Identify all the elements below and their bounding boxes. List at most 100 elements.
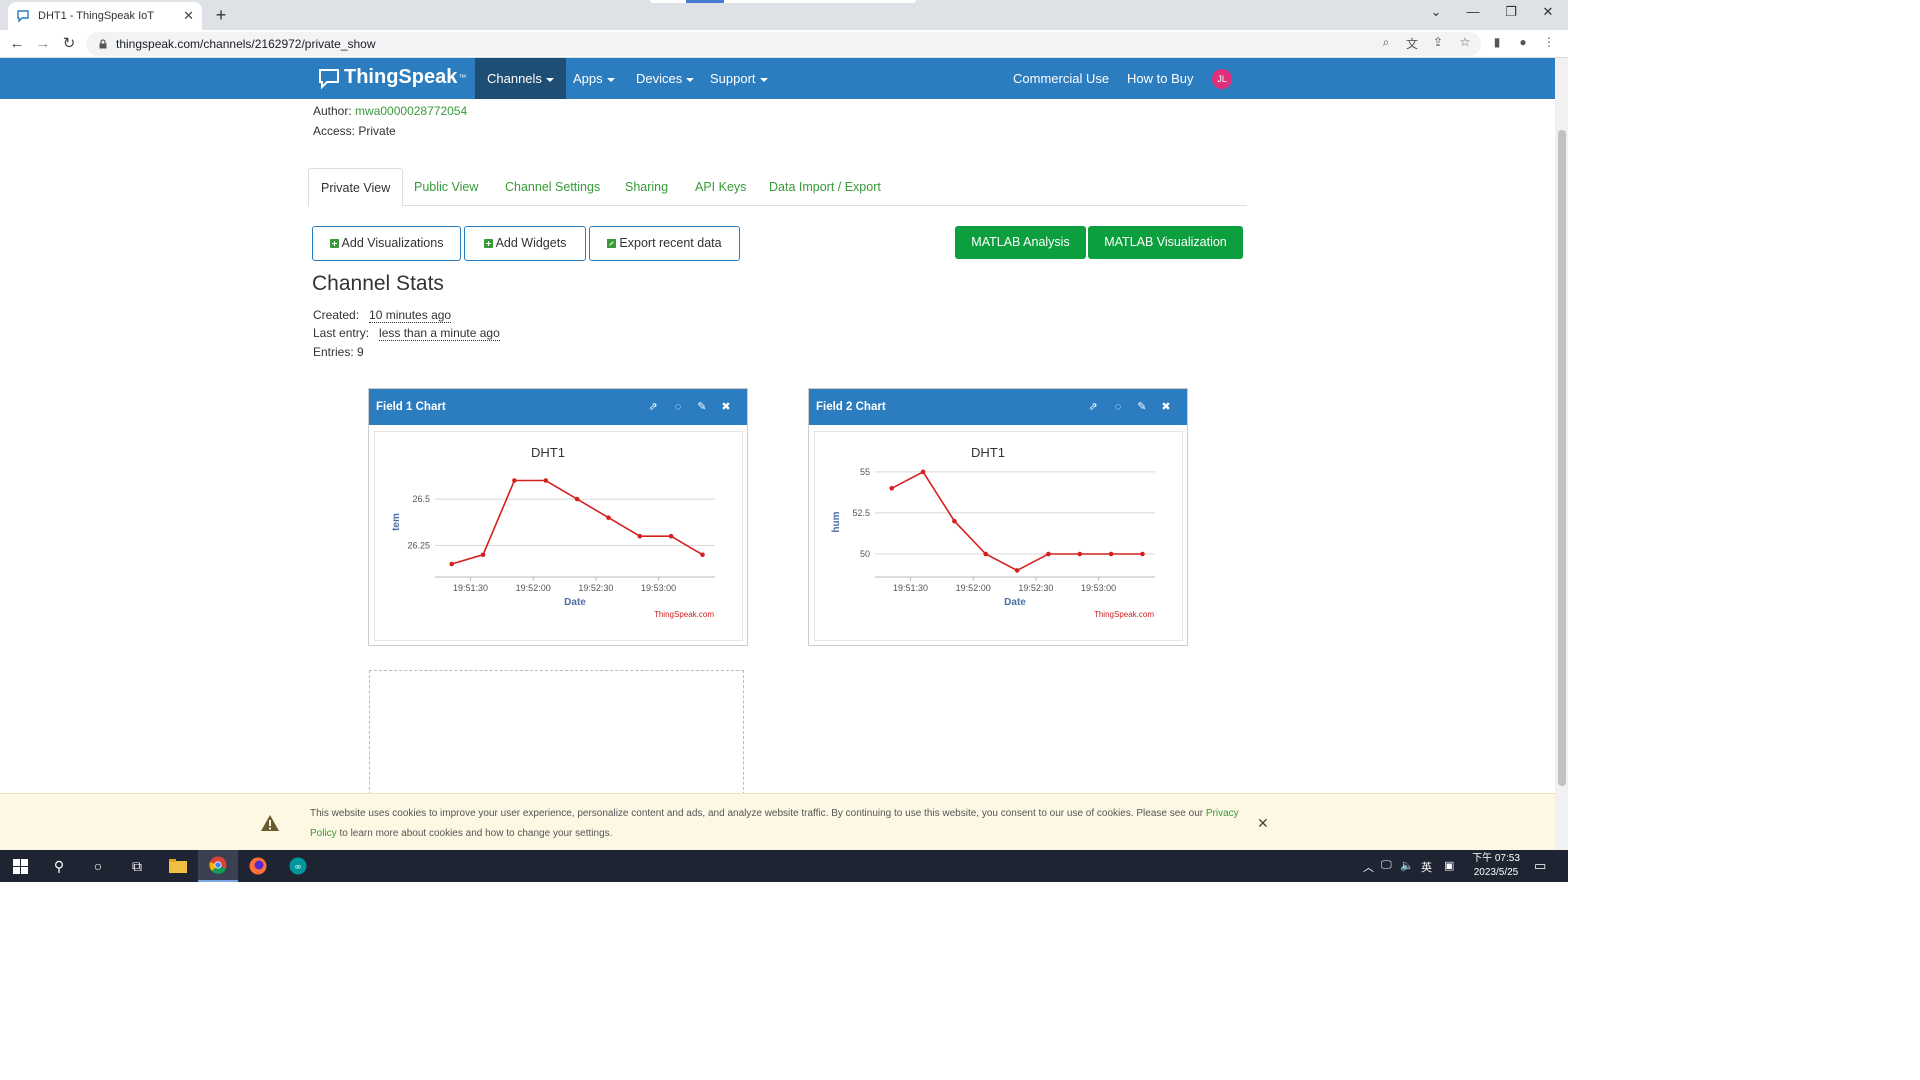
data-point [512, 478, 517, 483]
add-widgets-button[interactable]: Add Widgets [464, 226, 586, 261]
browser-tab[interactable]: DHT1 - ThingSpeak IoT ✕ [8, 2, 202, 30]
cortana-icon[interactable]: ○ [78, 850, 118, 882]
arduino-icon[interactable]: ∞ [278, 850, 318, 882]
forward-button[interactable]: → [33, 34, 53, 54]
share-icon[interactable]: ⇪ [1429, 35, 1447, 49]
x-tick-label: 19:53:00 [641, 583, 676, 593]
windows-start-icon[interactable] [0, 850, 40, 882]
thingspeak-navbar: ThingSpeak ™ Channels Apps Devices Suppor… [0, 58, 1555, 99]
tab-search-chevron-icon[interactable]: ⌄ [1421, 4, 1451, 20]
file-explorer-icon[interactable] [158, 850, 198, 882]
tab-sharing[interactable]: Sharing [613, 168, 680, 206]
network-icon[interactable]: 🖵 [1381, 859, 1392, 872]
x-tick-label: 19:52:30 [1018, 583, 1053, 593]
back-button[interactable]: ← [7, 34, 27, 54]
tab-channel-settings[interactable]: Channel Settings [493, 168, 612, 206]
search-icon[interactable]: ⚲ [39, 850, 79, 882]
nav-support[interactable]: Support [698, 58, 780, 99]
empty-widget-placeholder [369, 670, 744, 800]
field-2-chart-panel: Field 2 Chart ⇗ ◌ ✎ ✖ DHT1 50 52.5 55 19:51:… [808, 388, 1188, 646]
address-bar[interactable]: thingspeak.com/channels/2162972/private_… [86, 32, 1481, 56]
open-external-icon[interactable]: ⇗ [645, 389, 661, 425]
tab-api-keys[interactable]: API Keys [683, 168, 758, 206]
comment-icon[interactable]: ◌ [1110, 389, 1126, 425]
firefox-icon[interactable] [238, 850, 278, 882]
chrome-icon[interactable] [198, 850, 238, 882]
field-2-chart-body: DHT1 50 52.5 55 19:51:30 19:52:00 19:52:30 19:5… [814, 431, 1183, 641]
reload-button[interactable]: ↻ [59, 34, 79, 54]
menu-kebab-icon[interactable]: ⋮ [1540, 35, 1558, 49]
author-link[interactable]: mwa0000028772054 [355, 104, 467, 118]
y-axis-label: hum [831, 511, 842, 532]
last-entry-stat: Last entry: less than a minute ago [313, 326, 500, 341]
ime-mode-icon[interactable]: ▣ [1444, 859, 1454, 872]
tab-public-view[interactable]: Public View [402, 168, 490, 206]
translate-icon[interactable]: 文 [1403, 35, 1421, 52]
volume-icon[interactable]: 🔈 [1400, 859, 1414, 872]
nav-commercial-use[interactable]: Commercial Use [1001, 58, 1121, 99]
open-external-icon[interactable]: ⇗ [1085, 389, 1101, 425]
author-label: Author: [313, 104, 352, 118]
new-tab-button[interactable]: + [210, 5, 232, 27]
taskbar-clock[interactable]: 下午 07:53 2023/5/25 [1465, 852, 1527, 880]
y-tick-label: 52.5 [852, 508, 870, 518]
minimize-window-button[interactable]: — [1458, 4, 1488, 19]
task-view-icon[interactable]: ⧉ [117, 850, 157, 882]
show-hidden-icons-icon[interactable]: ︿ [1363, 859, 1374, 875]
series-line [451, 479, 703, 565]
chart-title: DHT1 [971, 445, 1005, 460]
data-point [574, 496, 580, 502]
matlab-analysis-button[interactable]: MATLAB Analysis [955, 226, 1086, 259]
data-point [920, 469, 926, 475]
add-visualizations-button[interactable]: Add Visualizations [312, 226, 461, 261]
scrollbar-thumb[interactable] [1558, 130, 1566, 786]
access-line: Access: Private [313, 124, 396, 138]
chevron-down-icon [759, 77, 768, 82]
close-window-button[interactable]: ✕ [1533, 4, 1563, 20]
close-icon[interactable]: ✖ [718, 389, 734, 425]
page-scrollbar[interactable] [1555, 58, 1568, 850]
access-value: Private [358, 124, 396, 138]
bookmark-star-icon[interactable]: ☆ [1456, 35, 1474, 49]
close-icon[interactable]: ✖ [1158, 389, 1174, 425]
data-point [983, 551, 989, 557]
data-point [1046, 551, 1051, 557]
tab-data-import-export[interactable]: Data Import / Export [757, 168, 893, 206]
close-cookie-banner-icon[interactable]: ✕ [1257, 815, 1269, 832]
data-point [637, 533, 643, 539]
side-panel-icon[interactable]: ▮ [1488, 35, 1506, 49]
edit-pencil-icon[interactable]: ✎ [694, 389, 710, 425]
data-point [1077, 551, 1083, 557]
nav-devices[interactable]: Devices [624, 58, 706, 99]
clock-date: 2023/5/25 [1473, 867, 1519, 878]
export-recent-data-button[interactable]: Export recent data [589, 226, 740, 261]
edit-pencil-icon[interactable]: ✎ [1134, 389, 1150, 425]
data-point [1140, 551, 1145, 557]
close-tab-icon[interactable]: ✕ [183, 8, 194, 24]
comment-icon[interactable]: ◌ [670, 389, 686, 425]
ime-indicator[interactable]: 英 [1421, 859, 1432, 875]
nav-apps[interactable]: Apps [561, 58, 627, 99]
profile-icon[interactable]: ● [1514, 35, 1532, 49]
x-tick-label: 19:51:30 [893, 583, 928, 593]
access-label: Access: [313, 124, 356, 138]
y-tick-label: 50 [860, 549, 870, 559]
restore-window-button[interactable]: ❐ [1496, 4, 1526, 20]
x-tick-label: 19:53:00 [1081, 583, 1116, 593]
x-tick-label: 19:52:00 [516, 583, 551, 593]
x-axis-label: Date [1004, 597, 1026, 608]
tab-private-view[interactable]: Private View [308, 168, 404, 207]
user-avatar[interactable]: JL [1212, 69, 1232, 89]
y-tick-label: 26.5 [412, 494, 430, 504]
thingspeak-logo[interactable]: ThingSpeak ™ [318, 66, 466, 89]
nav-how-to-buy[interactable]: How to Buy [1115, 58, 1205, 99]
matlab-visualization-button[interactable]: MATLAB Visualization [1088, 226, 1243, 259]
zoom-search-icon[interactable]: ⌕ [1377, 35, 1395, 50]
action-center-icon[interactable]: ▭ [1534, 858, 1546, 874]
data-point [449, 561, 455, 567]
nav-channels[interactable]: Channels [475, 58, 566, 99]
windows-taskbar: ⚲ ○ ⧉ ∞ ︿ 🖵 🔈 英 ▣ 下午 07:53 2023/5/25 ▭ [0, 850, 1568, 882]
plus-square-icon [483, 239, 493, 248]
field-2-line-chart: DHT1 50 52.5 55 19:51:30 19:52:00 19:52:30 19:5… [831, 445, 1155, 619]
browser-toolbar: ← → ↻ thingspeak.com/channels/2162972/pr… [0, 30, 1568, 58]
